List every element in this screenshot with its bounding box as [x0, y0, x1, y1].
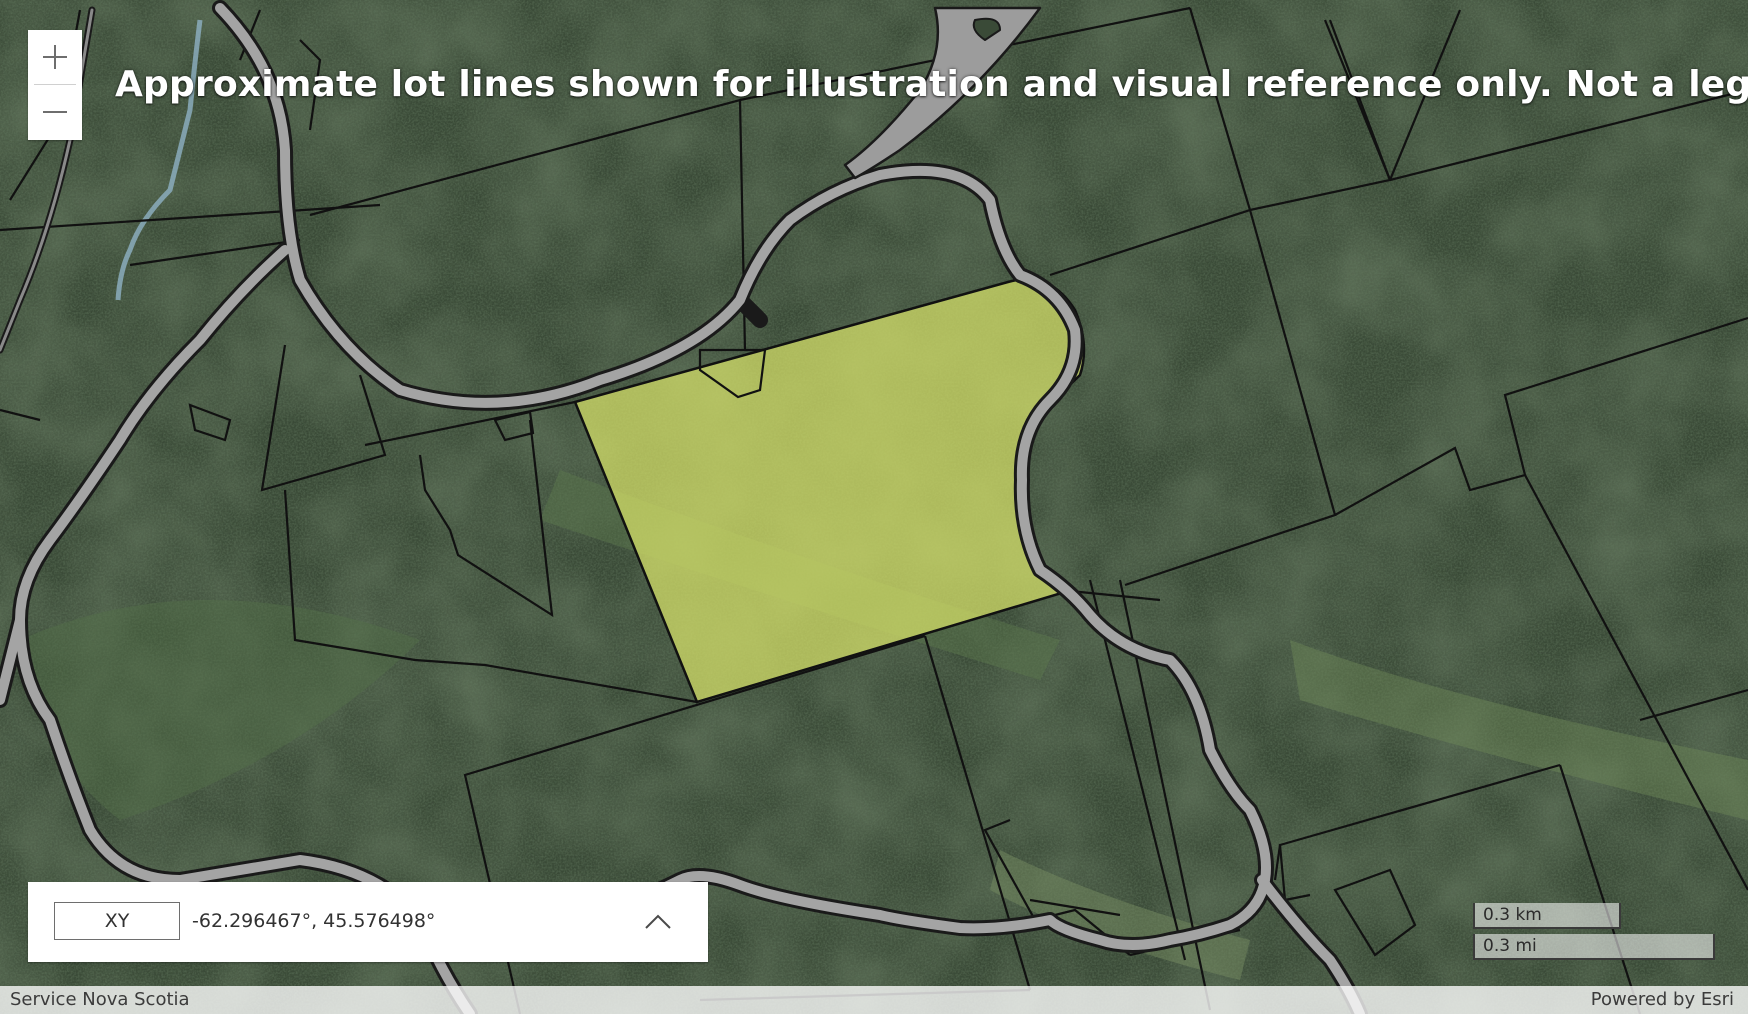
disclaimer-text: Approximate lot lines shown for illustra… [115, 64, 1748, 105]
chevron-up-icon [645, 914, 671, 929]
minus-icon [43, 111, 67, 113]
zoom-in-button[interactable] [28, 30, 82, 84]
map-canvas[interactable] [0, 0, 1748, 1014]
coordinate-format-select[interactable]: XY [54, 902, 180, 940]
coordinate-readout: -62.296467°, 45.576498° [192, 910, 436, 932]
expand-panel-button[interactable] [640, 904, 676, 940]
scale-bar-mi: 0.3 mi [1473, 934, 1715, 960]
coordinate-conversion-panel: XY -62.296467°, 45.576498° [28, 882, 708, 962]
attribution-bar: Service Nova Scotia Powered by Esri [0, 986, 1748, 1014]
plus-icon [43, 45, 67, 69]
map-view[interactable]: Approximate lot lines shown for illustra… [0, 0, 1748, 1014]
zoom-control [28, 30, 82, 140]
attribution-source[interactable]: Service Nova Scotia [10, 989, 190, 1010]
powered-by-esri-link[interactable]: Powered by Esri [1591, 989, 1734, 1010]
zoom-out-button[interactable] [28, 85, 82, 139]
scale-bar-km: 0.3 km [1473, 903, 1621, 929]
